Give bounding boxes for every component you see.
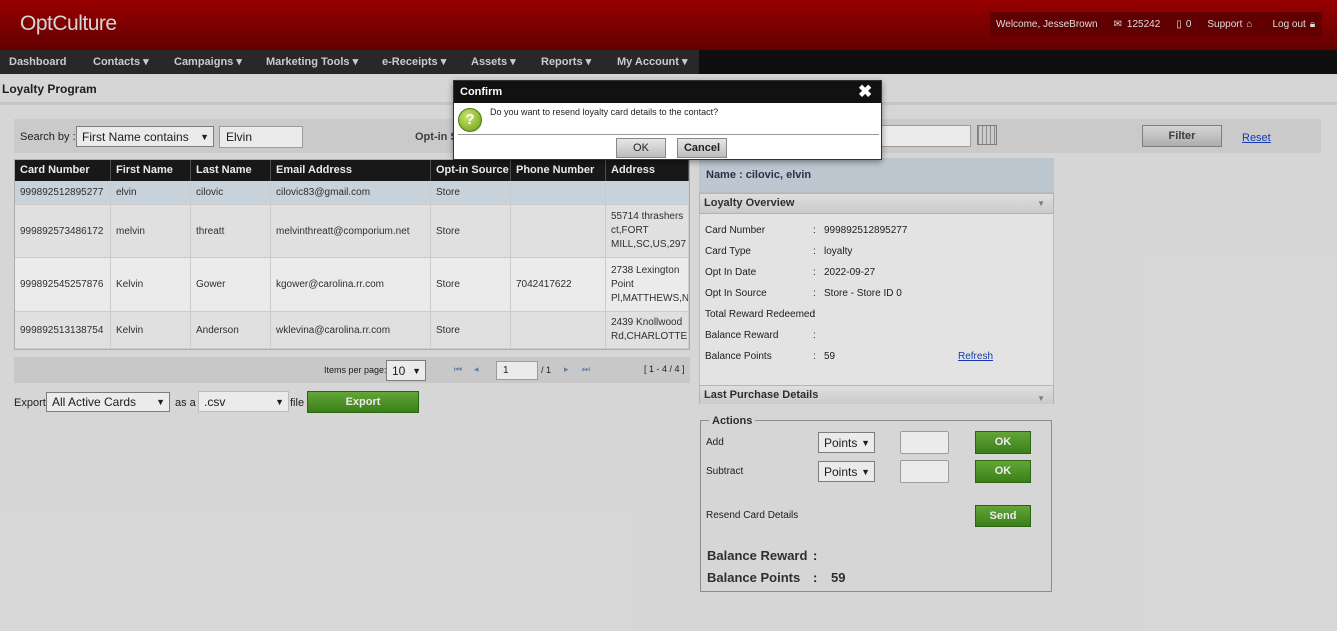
dialog-title: Confirm xyxy=(454,81,881,103)
dialog-ok-button[interactable]: OK xyxy=(616,138,666,158)
dialog-divider xyxy=(458,134,879,135)
dialog-cancel-button[interactable]: Cancel xyxy=(677,138,727,158)
dialog-message: Do you want to resend loyalty card detai… xyxy=(490,107,719,117)
confirm-dialog: Confirm ✖ ? Do you want to resend loyalt… xyxy=(453,80,882,160)
close-icon[interactable]: ✖ xyxy=(858,82,872,102)
question-icon: ? xyxy=(458,108,482,132)
